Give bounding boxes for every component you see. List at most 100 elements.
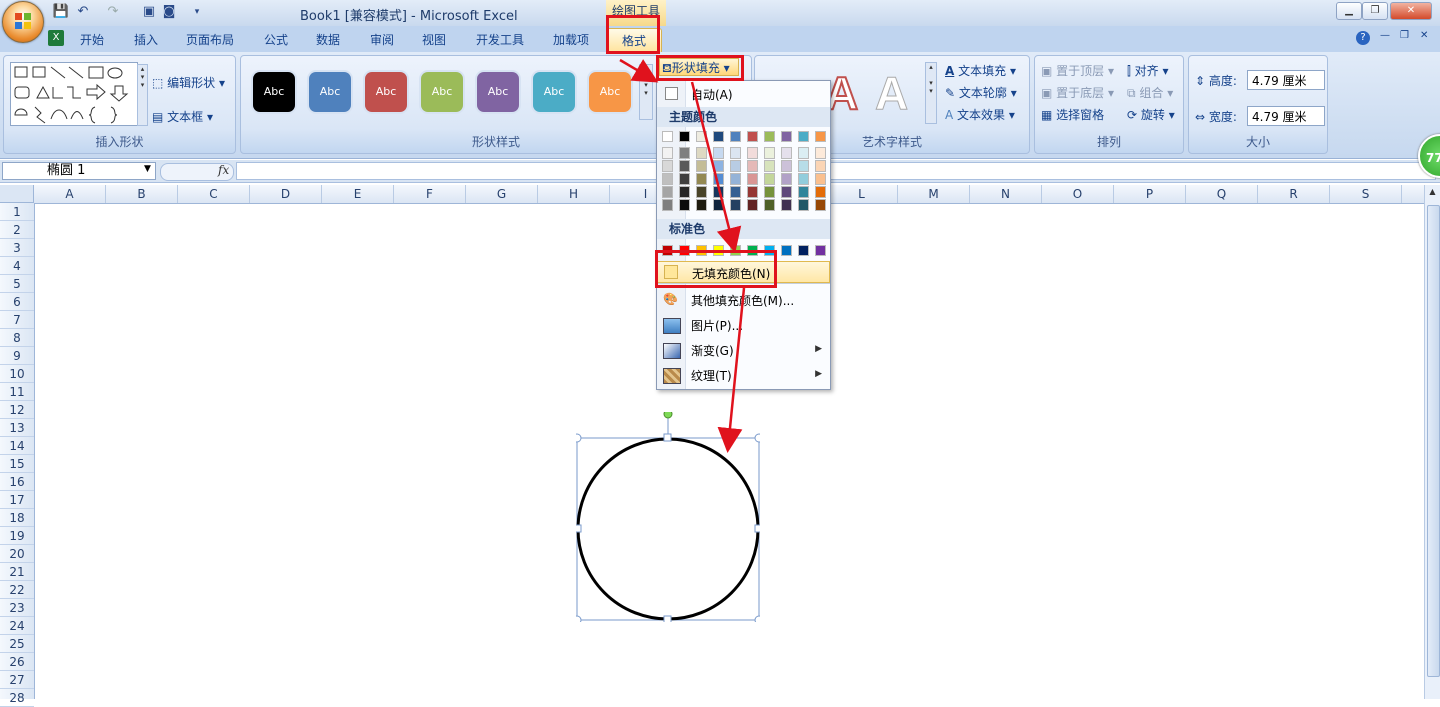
theme-shade-swatch[interactable]	[696, 160, 707, 172]
resize-handle-tl[interactable]	[576, 433, 582, 443]
column-header[interactable]: S	[1330, 185, 1402, 203]
restore-icon[interactable]: ❐	[1362, 2, 1388, 20]
text-fill-button[interactable]: A 文本填充 ▾	[945, 62, 1016, 79]
help-icon[interactable]: ?	[1356, 31, 1370, 45]
theme-shade-swatch[interactable]	[730, 147, 741, 159]
ribbon-minimize-icon[interactable]: —	[1380, 30, 1390, 41]
theme-shade-swatch[interactable]	[696, 199, 707, 211]
office-button[interactable]	[2, 1, 44, 43]
row-header[interactable]: 17	[0, 491, 34, 509]
theme-shade-swatch[interactable]	[764, 173, 775, 185]
theme-shade-swatch[interactable]	[662, 173, 673, 185]
row-header[interactable]: 1	[0, 203, 34, 221]
save-icon[interactable]: 💾	[52, 3, 70, 21]
name-box[interactable]: 椭圆 1	[2, 162, 156, 180]
column-header[interactable]: H	[538, 185, 610, 203]
theme-shade-swatch[interactable]	[662, 199, 673, 211]
standard-color-swatch[interactable]	[781, 245, 792, 256]
theme-shade-swatch[interactable]	[747, 173, 758, 185]
row-header[interactable]: 5	[0, 275, 34, 293]
row-header[interactable]: 20	[0, 545, 34, 563]
theme-shade-swatch[interactable]	[713, 147, 724, 159]
undo-icon[interactable]: ↶	[74, 3, 92, 21]
resize-handle-br[interactable]	[754, 615, 760, 622]
theme-shade-swatch[interactable]	[696, 186, 707, 198]
resize-handle-bl[interactable]	[576, 615, 582, 622]
theme-color-swatch[interactable]	[781, 131, 792, 142]
row-header[interactable]: 28	[0, 689, 34, 707]
menu-item-auto[interactable]: 自动(A)	[657, 83, 830, 103]
resize-handle-left[interactable]	[576, 524, 582, 533]
theme-shade-swatch[interactable]	[815, 173, 826, 185]
tab-review[interactable]: 审阅	[370, 31, 394, 48]
camera-icon[interactable]: ◙	[160, 3, 178, 21]
theme-color-swatch[interactable]	[730, 131, 741, 142]
style-swatch-aqua[interactable]: Abc	[533, 72, 575, 112]
menu-item-picture[interactable]: 图片(P)...	[657, 314, 830, 336]
style-swatch-red[interactable]: Abc	[365, 72, 407, 112]
theme-shade-swatch[interactable]	[662, 147, 673, 159]
height-input[interactable]: 4.79 厘米	[1247, 70, 1325, 90]
row-header[interactable]: 10	[0, 365, 34, 383]
theme-shade-swatch[interactable]	[730, 173, 741, 185]
theme-shade-swatch[interactable]	[781, 147, 792, 159]
row-header[interactable]: 25	[0, 635, 34, 653]
tab-addins[interactable]: 加载项	[553, 31, 589, 48]
theme-shade-swatch[interactable]	[815, 147, 826, 159]
theme-shade-swatch[interactable]	[713, 160, 724, 172]
row-header[interactable]: 21	[0, 563, 34, 581]
theme-shade-swatch[interactable]	[781, 199, 792, 211]
theme-shade-swatch[interactable]	[764, 147, 775, 159]
menu-item-texture[interactable]: 纹理(T) ▶	[657, 364, 830, 386]
scroll-thumb[interactable]	[1427, 205, 1440, 677]
wordart-white-a-icon[interactable]: A	[874, 68, 908, 119]
bring-to-front-button[interactable]: ▣ 置于顶层 ▾	[1041, 62, 1114, 79]
tab-insert[interactable]: 插入	[134, 31, 158, 48]
theme-color-swatch[interactable]	[696, 131, 707, 142]
theme-shade-swatch[interactable]	[679, 173, 690, 185]
rotation-handle[interactable]	[663, 412, 673, 419]
theme-shade-swatch[interactable]	[730, 199, 741, 211]
theme-color-swatch[interactable]	[679, 131, 690, 142]
edit-shape-button[interactable]: ⬚ 编辑形状 ▾	[152, 74, 225, 91]
row-header[interactable]: 23	[0, 599, 34, 617]
row-header[interactable]: 11	[0, 383, 34, 401]
vertical-scrollbar[interactable]: ▲	[1424, 185, 1440, 699]
theme-color-swatch[interactable]	[747, 131, 758, 142]
resize-handle-tr[interactable]	[754, 433, 760, 443]
row-header[interactable]: 15	[0, 455, 34, 473]
redo-icon[interactable]: ↷	[104, 3, 122, 21]
close-icon[interactable]: ✕	[1390, 2, 1432, 20]
menu-item-more-colors[interactable]: 🎨 其他填充颜色(M)...	[657, 289, 830, 311]
tab-formulas[interactable]: 公式	[264, 31, 288, 48]
theme-shade-swatch[interactable]	[662, 186, 673, 198]
scroll-up-icon[interactable]: ▲	[1427, 187, 1438, 199]
column-header[interactable]: D	[250, 185, 322, 203]
resize-handle-top[interactable]	[663, 433, 672, 442]
row-header[interactable]: 8	[0, 329, 34, 347]
row-header[interactable]: 22	[0, 581, 34, 599]
width-input[interactable]: 4.79 厘米	[1247, 106, 1325, 126]
ribbon-close-icon[interactable]: ✕	[1420, 30, 1428, 41]
theme-shade-swatch[interactable]	[713, 173, 724, 185]
column-header[interactable]: F	[394, 185, 466, 203]
row-header[interactable]: 14	[0, 437, 34, 455]
tab-home[interactable]: 开始	[80, 31, 104, 48]
print-preview-icon[interactable]: ▣	[140, 3, 158, 21]
row-header[interactable]: 16	[0, 473, 34, 491]
style-swatch-green[interactable]: Abc	[421, 72, 463, 112]
select-all-corner[interactable]	[0, 185, 34, 203]
text-box-button[interactable]: ▤ 文本框 ▾	[152, 108, 213, 125]
minimize-icon[interactable]: ▁	[1336, 2, 1362, 20]
tab-data[interactable]: 数据	[316, 31, 340, 48]
tab-view[interactable]: 视图	[422, 31, 446, 48]
text-outline-button[interactable]: ✎ 文本轮廓 ▾	[945, 84, 1017, 101]
row-header[interactable]: 7	[0, 311, 34, 329]
theme-shade-swatch[interactable]	[798, 199, 809, 211]
theme-shade-swatch[interactable]	[747, 147, 758, 159]
column-header[interactable]: O	[1042, 185, 1114, 203]
column-header[interactable]: N	[970, 185, 1042, 203]
theme-shade-swatch[interactable]	[730, 160, 741, 172]
theme-shade-swatch[interactable]	[747, 186, 758, 198]
tab-developer[interactable]: 开发工具	[476, 31, 524, 48]
